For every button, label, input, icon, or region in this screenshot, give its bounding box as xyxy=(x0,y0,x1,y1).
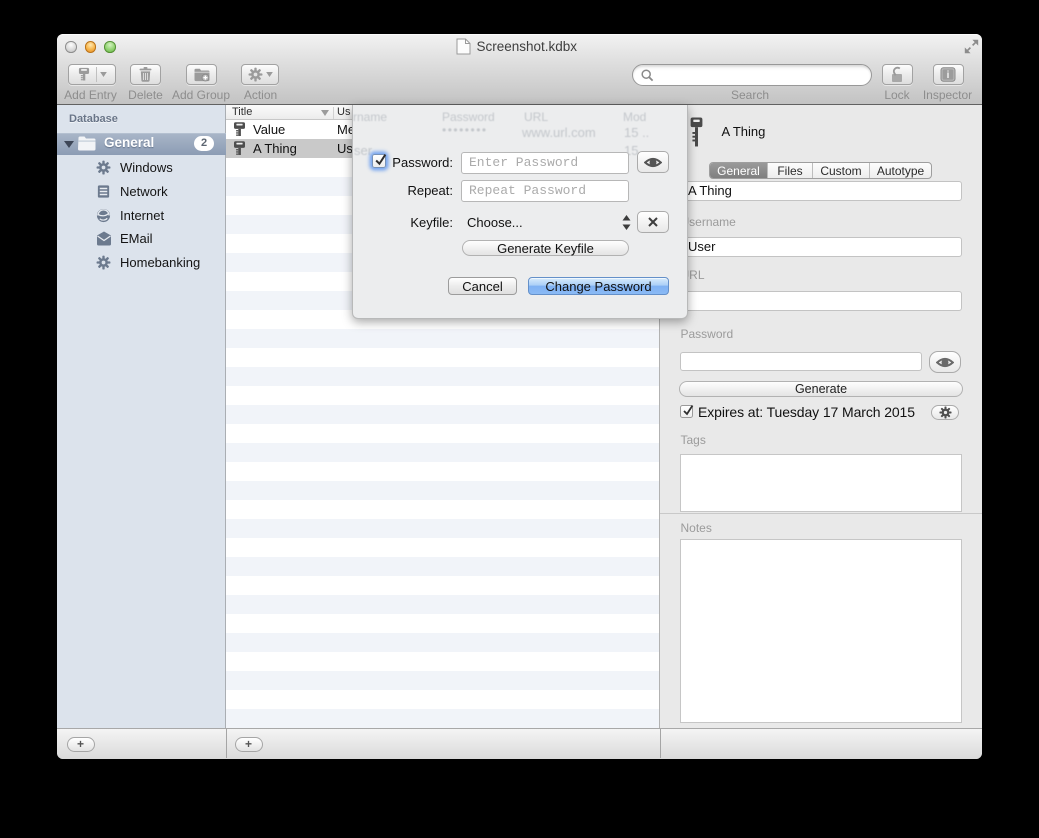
svg-text:i: i xyxy=(947,70,950,81)
